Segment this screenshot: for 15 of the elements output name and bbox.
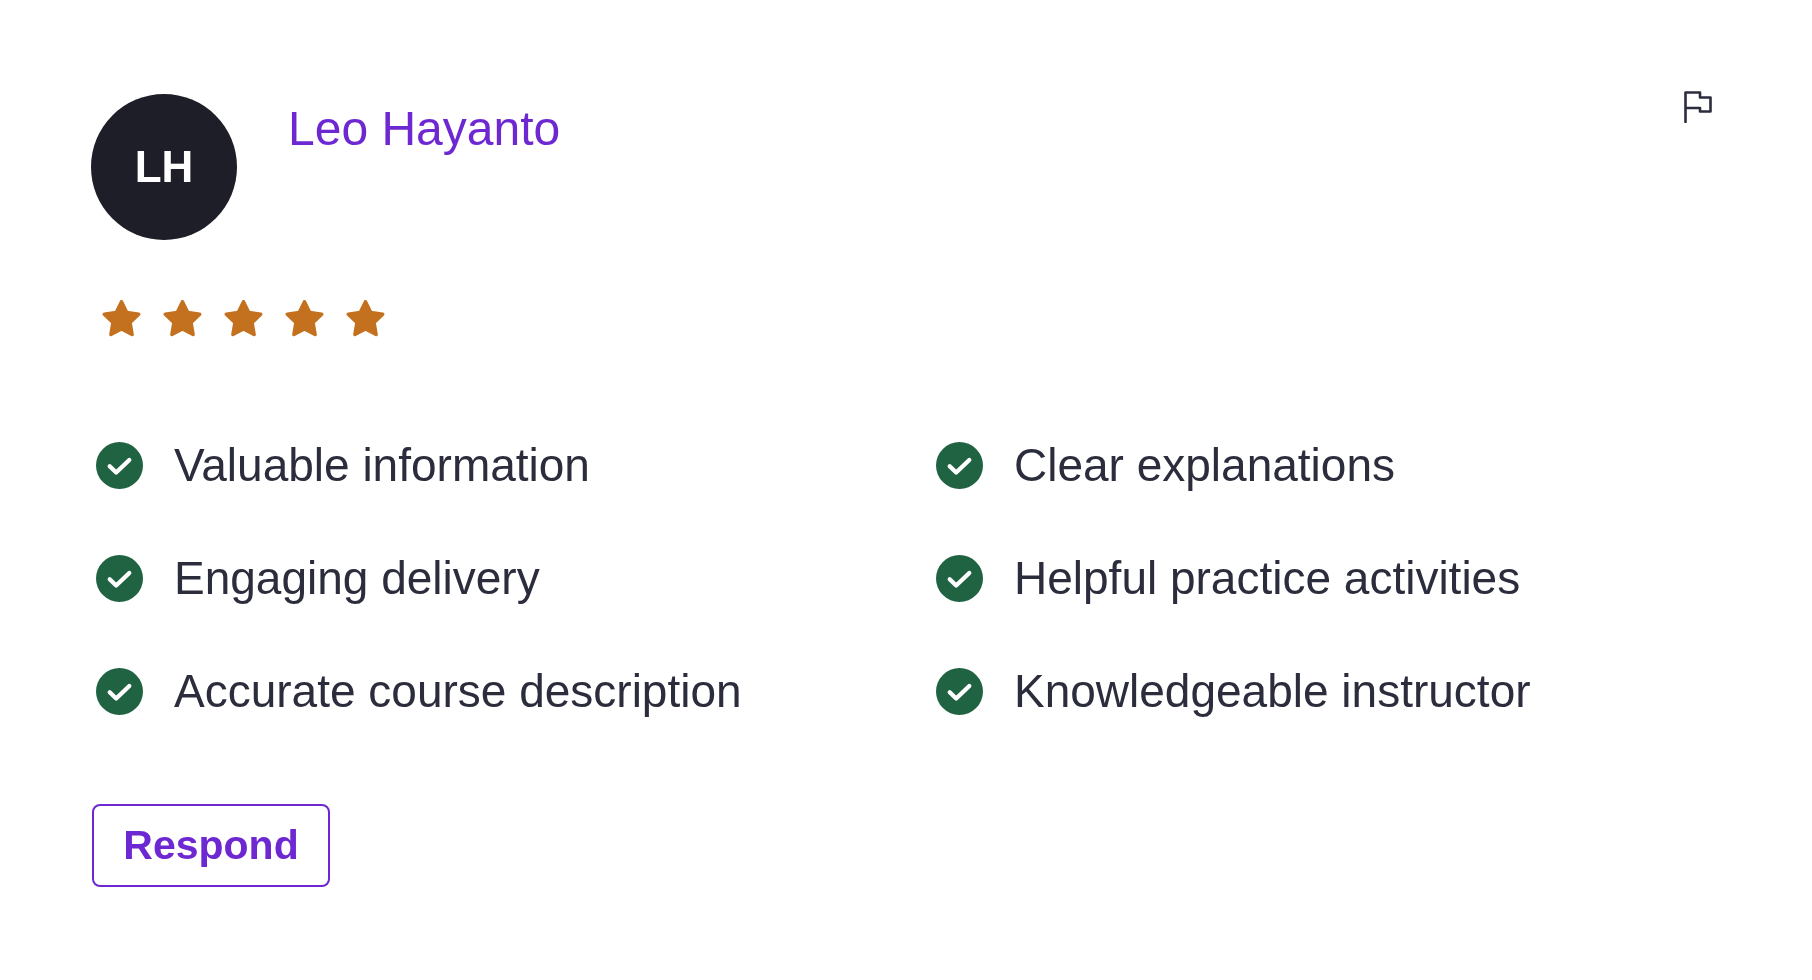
avatar: LH — [91, 94, 237, 240]
star-icon — [102, 300, 141, 337]
feedback-label: Helpful practice activities — [1014, 550, 1521, 606]
star-icon — [285, 300, 324, 337]
feedback-label: Clear explanations — [1014, 437, 1395, 493]
reviewer-name-link[interactable]: Leo Hayanto — [288, 100, 561, 158]
flag-icon[interactable] — [1684, 91, 1712, 123]
star-icon — [163, 300, 202, 337]
star-icon — [224, 300, 263, 337]
feedback-label: Engaging delivery — [174, 550, 540, 606]
feedback-label: Accurate course description — [174, 663, 742, 719]
star-icon — [346, 300, 385, 337]
feedback-label: Knowledgeable instructor — [1014, 663, 1531, 719]
respond-button[interactable]: Respond — [92, 804, 330, 887]
feedback-label: Valuable information — [174, 437, 590, 493]
